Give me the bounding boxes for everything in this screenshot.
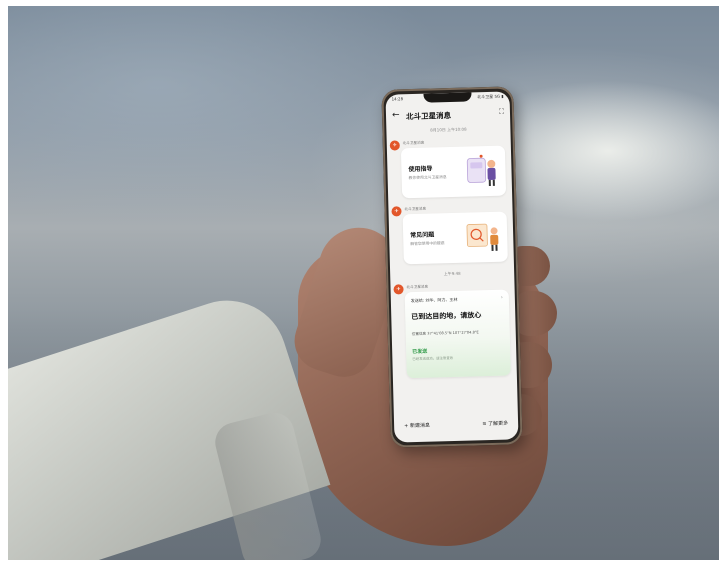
page-title: 北斗卫星消息 xyxy=(405,110,452,122)
beidou-avatar-icon: ✈ xyxy=(389,140,400,151)
status-time: 14:28 xyxy=(391,96,404,102)
sender-name: 北斗卫星消息 xyxy=(402,140,425,146)
beidou-avatar-icon: ✈ xyxy=(391,206,402,217)
card-subtitle: 教你使用北斗卫星消息 xyxy=(408,174,447,181)
status-indicators: 北斗卫星 5G ▮ xyxy=(477,93,504,100)
expand-icon[interactable]: ⛶ xyxy=(499,108,504,117)
smartphone: 14:28 北斗卫星 5G ▮ ← 北斗卫星消息 ⛶ 8月10日 上午10:08… xyxy=(381,86,523,448)
timestamp: 8月10日 上午10:08 xyxy=(430,126,467,133)
arrow-left-icon[interactable]: ← xyxy=(392,110,400,120)
location-info: 位置信息 37°41'08.5"N 107°27'04.8"E xyxy=(411,330,479,337)
phone-screen: 14:28 北斗卫星 5G ▮ ← 北斗卫星消息 ⛶ 8月10日 上午10:08… xyxy=(385,91,519,443)
learn-more-button[interactable]: ≡ 了解更多 xyxy=(482,420,508,428)
status-bar: 14:28 北斗卫星 5G ▮ xyxy=(392,94,504,105)
faq-illustration-icon xyxy=(466,223,499,251)
card-title: 常见问题 xyxy=(410,231,435,240)
guide-message-card[interactable]: 使用指导 教你使用北斗卫星消息 xyxy=(400,145,507,199)
sender-name: 北斗卫星消息 xyxy=(406,284,429,290)
timestamp: 上午9:48 xyxy=(443,270,461,277)
bottom-bar: + 新建消息 ≡ 了解更多 xyxy=(394,419,518,434)
sent-status: 已发送 xyxy=(412,348,428,356)
sender-name: 北斗卫星消息 xyxy=(404,206,427,212)
card-subtitle: 解答您使用中的疑惑 xyxy=(410,240,445,247)
chevron-right-icon[interactable]: › xyxy=(501,295,503,301)
sent-message-card[interactable]: 发送给: 刘华、阿力、王林 › 已到达目的地，请放心 位置信息 37°41'08… xyxy=(404,289,511,379)
sent-status-detail: 已经发送成功，请注意查收 xyxy=(412,356,454,362)
faq-message-card[interactable]: 常见问题 解答您使用中的疑惑 xyxy=(402,211,508,265)
recipients: 发送给: 刘华、阿力、王林 xyxy=(410,296,458,304)
beidou-avatar-icon: ✈ xyxy=(393,284,404,295)
title-bar: ← 北斗卫星消息 ⛶ xyxy=(392,108,504,125)
guide-illustration-icon xyxy=(466,154,496,187)
message-text: 已到达目的地，请放心 xyxy=(411,311,482,322)
new-message-button[interactable]: + 新建消息 xyxy=(404,422,430,430)
photo-scene: 14:28 北斗卫星 5G ▮ ← 北斗卫星消息 ⛶ 8月10日 上午10:08… xyxy=(8,6,719,560)
card-title: 使用指导 xyxy=(408,165,433,174)
